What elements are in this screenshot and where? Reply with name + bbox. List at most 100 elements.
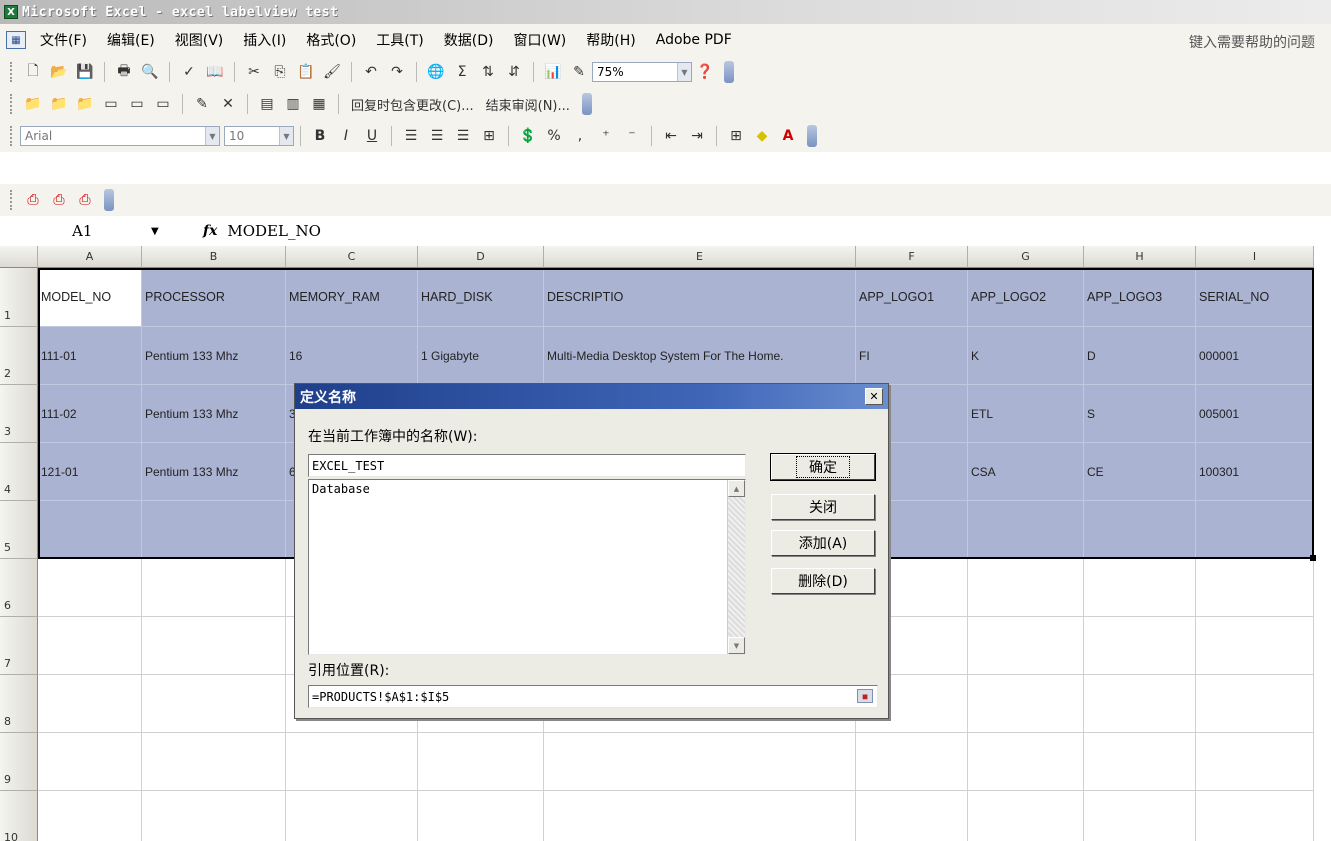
excel-app-icon[interactable]: X xyxy=(4,5,18,19)
cell-i10[interactable] xyxy=(1196,791,1314,841)
show-comment-icon[interactable]: ▭ xyxy=(152,93,174,115)
cell-f2[interactable]: FI xyxy=(856,327,968,385)
track-changes-icon[interactable]: ▤ xyxy=(256,93,278,115)
cell-a3[interactable]: 111-02 xyxy=(38,385,142,443)
cell-b2[interactable]: Pentium 133 Mhz xyxy=(142,327,286,385)
cell-g6[interactable] xyxy=(968,559,1084,617)
menu-format[interactable]: 格式(O) xyxy=(306,30,356,50)
bold-button[interactable]: B xyxy=(309,125,331,147)
column-header-a[interactable]: A xyxy=(38,246,142,268)
cell-i9[interactable] xyxy=(1196,733,1314,791)
cell-e10[interactable] xyxy=(544,791,856,841)
format-painter-icon[interactable]: 🖌 xyxy=(321,61,343,83)
cell-i6[interactable] xyxy=(1196,559,1314,617)
convert-and-review-icon[interactable]: ⎙ xyxy=(74,189,96,211)
print-icon[interactable]: 🖶 xyxy=(113,61,135,83)
print-preview-icon[interactable]: 🔍 xyxy=(139,61,161,83)
font-color-icon[interactable]: A xyxy=(777,125,799,147)
cell-a2[interactable]: 111-01 xyxy=(38,327,142,385)
cell-i4[interactable]: 100301 xyxy=(1196,443,1314,501)
chevron-down-icon[interactable]: ▼ xyxy=(279,127,293,145)
column-header-g[interactable]: G xyxy=(968,246,1084,268)
close-button[interactable]: 关闭 xyxy=(771,494,875,520)
cell-g1[interactable]: APP_LOGO2 xyxy=(968,268,1084,327)
help-icon[interactable]: ❓ xyxy=(694,61,716,83)
row-header-9[interactable]: 9 xyxy=(0,733,38,791)
cell-a7[interactable] xyxy=(38,617,142,675)
delete-comment-icon[interactable]: ✕ xyxy=(217,93,239,115)
save-icon[interactable]: 💾 xyxy=(74,61,96,83)
cell-e9[interactable] xyxy=(544,733,856,791)
chevron-down-icon[interactable]: ▼ xyxy=(151,226,171,237)
column-header-e[interactable]: E xyxy=(544,246,856,268)
column-header-i[interactable]: I xyxy=(1196,246,1314,268)
cell-a4[interactable]: 121-01 xyxy=(38,443,142,501)
row-header-5[interactable]: 5 xyxy=(0,501,38,559)
cell-h3[interactable]: S xyxy=(1084,385,1196,443)
cell-i1[interactable]: SERIAL_NO xyxy=(1196,268,1314,327)
align-center-icon[interactable]: ☰ xyxy=(426,125,448,147)
sort-ascending-icon[interactable]: ⇅ xyxy=(477,61,499,83)
cell-h6[interactable] xyxy=(1084,559,1196,617)
convert-to-pdf-icon[interactable]: ⎙ xyxy=(22,189,44,211)
menu-help[interactable]: 帮助(H) xyxy=(586,30,635,50)
dialog-title-bar[interactable]: 定义名称 ✕ xyxy=(295,384,888,409)
accept-changes-icon[interactable]: ▥ xyxy=(282,93,304,115)
cell-i3[interactable]: 005001 xyxy=(1196,385,1314,443)
cell-a8[interactable] xyxy=(38,675,142,733)
row-header-3[interactable]: 3 xyxy=(0,385,38,443)
cell-h9[interactable] xyxy=(1084,733,1196,791)
toolbar-options-icon[interactable] xyxy=(724,61,734,83)
cell-a9[interactable] xyxy=(38,733,142,791)
toolbar-options-icon[interactable] xyxy=(807,125,817,147)
row-header-1[interactable]: 1 xyxy=(0,268,38,327)
zoom-select[interactable]: 75% ▼ xyxy=(592,62,692,82)
row-header-10[interactable]: 10 xyxy=(0,791,38,841)
row-header-6[interactable]: 6 xyxy=(0,559,38,617)
row-header-2[interactable]: 2 xyxy=(0,327,38,385)
name-input[interactable]: EXCEL_TEST xyxy=(308,454,746,477)
cell-h2[interactable]: D xyxy=(1084,327,1196,385)
reply-icon[interactable]: 📁 xyxy=(48,93,70,115)
cell-g5[interactable] xyxy=(968,501,1084,559)
cell-g8[interactable] xyxy=(968,675,1084,733)
align-left-icon[interactable]: ☰ xyxy=(400,125,422,147)
toolbar-options-icon[interactable] xyxy=(104,189,114,211)
ok-button[interactable]: 确定 xyxy=(770,453,876,481)
font-size-select[interactable]: 10 ▼ xyxy=(224,126,294,146)
send-to-recipient-icon[interactable]: 📁 xyxy=(22,93,44,115)
cell-g2[interactable]: K xyxy=(968,327,1084,385)
menu-window[interactable]: 窗口(W) xyxy=(514,30,567,50)
cell-g7[interactable] xyxy=(968,617,1084,675)
scroll-up-icon[interactable]: ▲ xyxy=(728,480,745,497)
menu-tools[interactable]: 工具(T) xyxy=(376,30,423,50)
cell-c9[interactable] xyxy=(286,733,418,791)
cell-b1[interactable]: PROCESSOR xyxy=(142,268,286,327)
list-item[interactable]: Database xyxy=(309,480,745,498)
decrease-indent-icon[interactable]: ⇤ xyxy=(660,125,682,147)
percent-button[interactable]: % xyxy=(543,125,565,147)
column-header-b[interactable]: B xyxy=(142,246,286,268)
menu-edit[interactable]: 编辑(E) xyxy=(107,30,155,50)
cell-i8[interactable] xyxy=(1196,675,1314,733)
cell-h10[interactable] xyxy=(1084,791,1196,841)
cell-i2[interactable]: 000001 xyxy=(1196,327,1314,385)
toolbar-grip[interactable] xyxy=(10,190,14,210)
paste-icon[interactable]: 📋 xyxy=(295,61,317,83)
row-header-7[interactable]: 7 xyxy=(0,617,38,675)
reply-with-changes-button[interactable]: 回复时包含更改(C)... xyxy=(351,95,474,114)
cell-h1[interactable]: APP_LOGO3 xyxy=(1084,268,1196,327)
row-header-4[interactable]: 4 xyxy=(0,443,38,501)
sort-descending-icon[interactable]: ⇵ xyxy=(503,61,525,83)
cell-i7[interactable] xyxy=(1196,617,1314,675)
cell-a1[interactable]: MODEL_NO xyxy=(38,268,142,327)
chart-wizard-icon[interactable]: 📊 xyxy=(542,61,564,83)
list-scrollbar[interactable]: ▲ ▼ xyxy=(727,480,745,654)
open-folder-icon[interactable]: 📂 xyxy=(48,61,70,83)
cell-b3[interactable]: Pentium 133 Mhz xyxy=(142,385,286,443)
next-comment-icon[interactable]: ▭ xyxy=(126,93,148,115)
names-list[interactable]: Database ▲ ▼ xyxy=(308,479,746,655)
cell-d2[interactable]: 1 Gigabyte xyxy=(418,327,544,385)
research-icon[interactable]: 📖 xyxy=(204,61,226,83)
italic-button[interactable]: I xyxy=(335,125,357,147)
